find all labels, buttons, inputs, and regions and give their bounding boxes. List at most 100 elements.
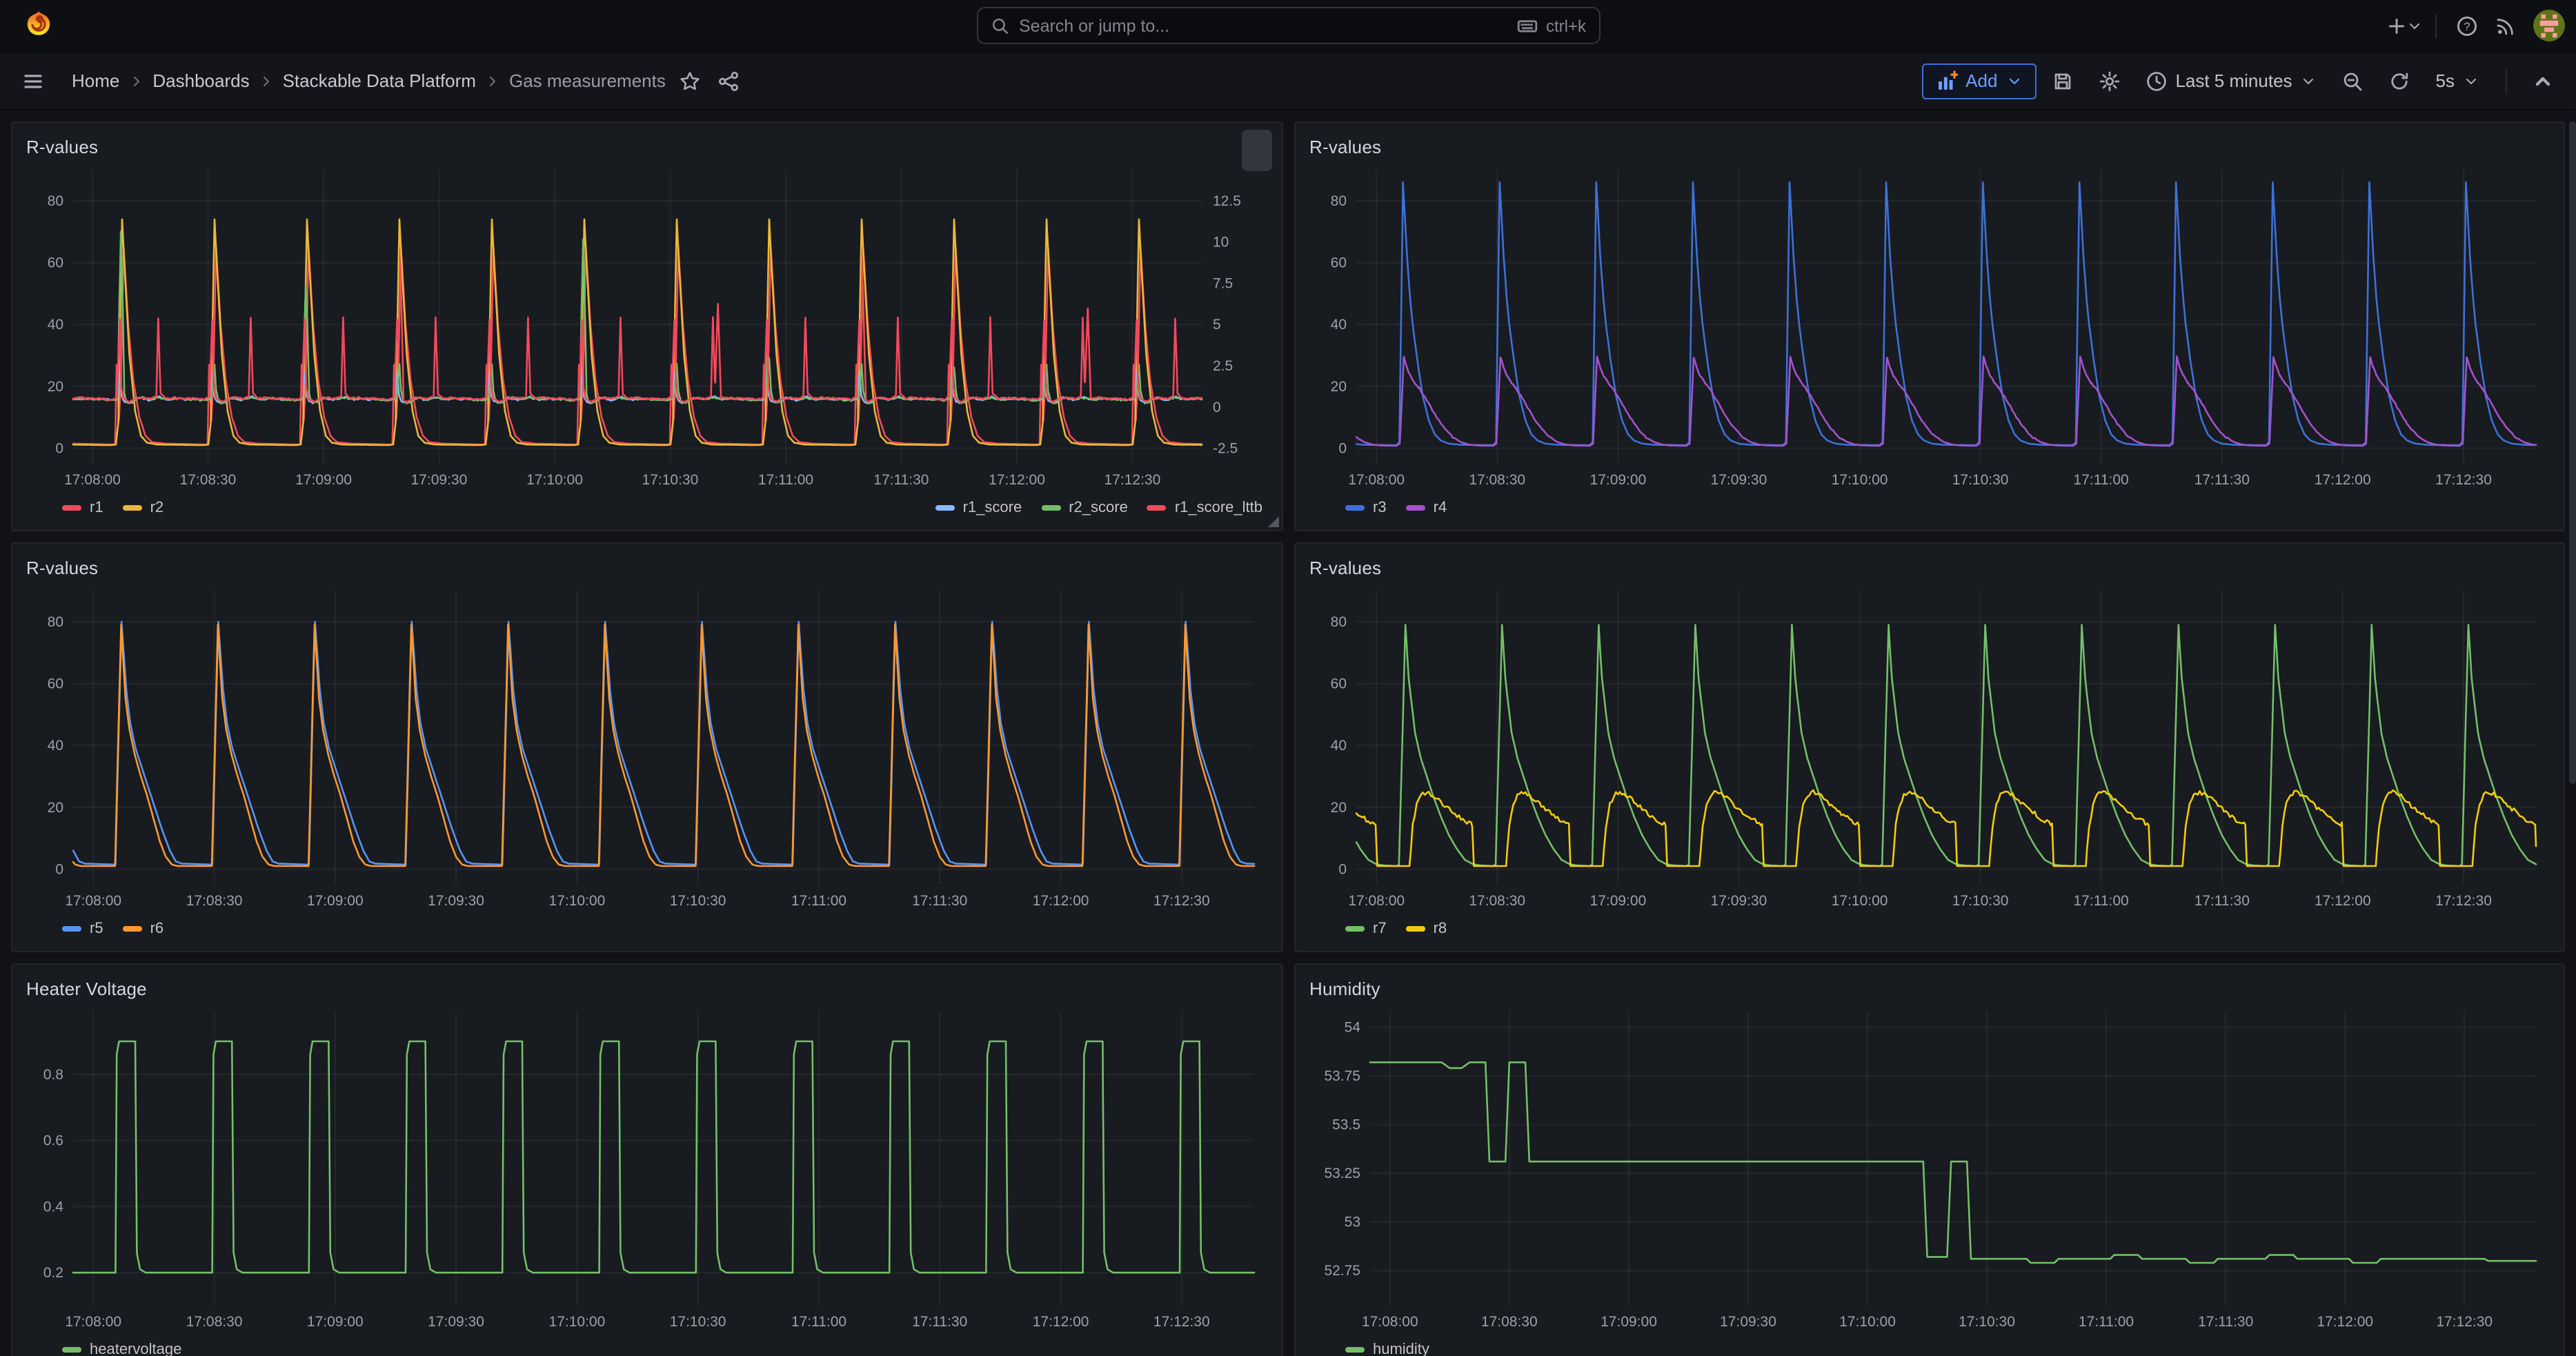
breadcrumb-item-home[interactable]: Home	[66, 70, 125, 91]
svg-text:17:11:00: 17:11:00	[2074, 472, 2129, 488]
breadcrumb-item-folder[interactable]: Stackable Data Platform	[277, 70, 482, 91]
svg-text:40: 40	[1331, 738, 1347, 754]
legend-item-r2_score[interactable]: r2_score	[1041, 500, 1128, 516]
svg-text:17:12:00: 17:12:00	[2317, 1314, 2373, 1330]
legend-item-r3[interactable]: r3	[1345, 500, 1387, 516]
svg-text:17:08:00: 17:08:00	[65, 1314, 121, 1330]
panel-plot[interactable]: 020406080-2.502.557.51012.517:08:0017:08…	[26, 161, 1268, 491]
zoom-out-button[interactable]	[2332, 61, 2374, 100]
legend-item-r7[interactable]: r7	[1345, 921, 1387, 937]
time-range-picker[interactable]: Last 5 minutes	[2135, 61, 2326, 100]
svg-text:17:09:30: 17:09:30	[411, 472, 468, 488]
legend-item-r2[interactable]: r2	[123, 500, 164, 516]
svg-text:40: 40	[48, 317, 63, 333]
legend-item-humidity[interactable]: humidity	[1345, 1342, 1429, 1356]
svg-text:80: 80	[1331, 614, 1347, 630]
legend-item-r1_score[interactable]: r1_score	[935, 500, 1022, 516]
chart-svg: 02040608017:08:0017:08:3017:09:0017:09:3…	[1309, 161, 2550, 491]
panel-plot[interactable]: 02040608017:08:0017:08:3017:09:0017:09:3…	[1309, 582, 2550, 912]
svg-text:0: 0	[55, 862, 63, 878]
help-button[interactable]: ?	[2448, 6, 2486, 45]
chart-svg: 52.755353.2553.553.755417:08:0017:08:301…	[1309, 1003, 2550, 1333]
chart-svg: 02040608017:08:0017:08:3017:09:0017:09:3…	[26, 582, 1268, 912]
legend-item-r5[interactable]: r5	[62, 921, 103, 937]
chart-svg: 020406080-2.502.557.51012.517:08:0017:08…	[26, 161, 1268, 491]
svg-text:0.4: 0.4	[43, 1199, 64, 1215]
search-icon	[990, 16, 1009, 35]
hamburger-menu-icon	[22, 70, 44, 92]
legend-item-heatervoltage[interactable]: heatervoltage	[62, 1342, 181, 1356]
mega-menu-toggle[interactable]	[14, 61, 52, 100]
legend-item-r8[interactable]: r8	[1406, 921, 1447, 937]
panel-header: R-values	[1309, 552, 2550, 582]
legend-item-r1_score_lttb[interactable]: r1_score_lttb	[1147, 500, 1262, 516]
grafana-logo-icon[interactable]	[22, 9, 55, 42]
search-input[interactable]: Search or jump to... ctrl+k	[976, 7, 1600, 44]
svg-text:17:12:00: 17:12:00	[1033, 893, 1089, 909]
svg-text:53.5: 53.5	[1332, 1117, 1360, 1133]
chevron-right-icon	[484, 72, 501, 89]
page-scrollbar[interactable]	[2569, 110, 2576, 1356]
panel-plot[interactable]: 52.755353.2553.553.755417:08:0017:08:301…	[1309, 1003, 2550, 1333]
legend-label: r1	[90, 500, 103, 516]
refresh-button[interactable]	[2379, 61, 2421, 100]
legend-item-r4[interactable]: r4	[1406, 500, 1447, 516]
svg-text:17:08:00: 17:08:00	[64, 472, 121, 488]
svg-text:17:12:30: 17:12:30	[2436, 1314, 2493, 1330]
news-button[interactable]	[2486, 6, 2525, 45]
panel-legend: heatervoltage	[26, 1336, 1268, 1356]
svg-text:10: 10	[1213, 235, 1229, 250]
legend-item-r6[interactable]: r6	[123, 921, 164, 937]
breadcrumb-item-dashboards[interactable]: Dashboards	[147, 70, 255, 91]
refresh-icon	[2389, 70, 2411, 92]
svg-text:80: 80	[48, 193, 63, 209]
svg-text:17:08:00: 17:08:00	[1362, 1314, 1418, 1330]
save-dashboard-button[interactable]	[2041, 61, 2083, 100]
legend-color-chip	[123, 926, 142, 932]
refresh-interval-picker[interactable]: 5s	[2426, 61, 2489, 100]
panel-plot[interactable]: 0.20.40.60.817:08:0017:08:3017:09:0017:0…	[26, 1003, 1268, 1333]
share-dashboard-button[interactable]	[710, 61, 749, 100]
svg-text:17:10:00: 17:10:00	[549, 893, 606, 909]
user-avatar[interactable]	[2533, 10, 2565, 41]
panel-title[interactable]: Humidity	[1309, 978, 1380, 999]
svg-text:17:09:30: 17:09:30	[428, 893, 484, 909]
svg-text:17:08:00: 17:08:00	[1348, 893, 1405, 909]
favorite-dashboard-button[interactable]	[671, 61, 710, 100]
legend-label: r5	[90, 921, 103, 937]
panel-plot[interactable]: 02040608017:08:0017:08:3017:09:0017:09:3…	[26, 582, 1268, 912]
svg-text:0: 0	[1213, 400, 1221, 415]
legend-label: heatervoltage	[90, 1342, 181, 1356]
panel-title[interactable]: R-values	[1309, 136, 1381, 157]
dashboard-settings-button[interactable]	[2088, 61, 2130, 100]
panel-title[interactable]: Heater Voltage	[26, 978, 147, 999]
new-menu-button[interactable]	[2386, 6, 2424, 45]
svg-text:17:08:30: 17:08:30	[186, 1314, 243, 1330]
panel-r-values-3: R-values 02040608017:08:0017:08:3017:09:…	[11, 542, 1283, 952]
svg-text:17:12:30: 17:12:30	[2435, 472, 2492, 488]
panel-title[interactable]: R-values	[1309, 557, 1381, 578]
svg-text:17:08:30: 17:08:30	[180, 472, 237, 488]
panel-resize-handle[interactable]	[1268, 516, 1279, 527]
svg-text:17:12:30: 17:12:30	[2435, 893, 2492, 909]
search-shortcut-label: ctrl+k	[1546, 16, 1586, 35]
chart-svg: 02040608017:08:0017:08:3017:09:0017:09:3…	[1309, 582, 2550, 912]
collapse-toolbar-button[interactable]	[2524, 61, 2562, 100]
save-icon	[2051, 70, 2073, 92]
svg-text:20: 20	[1331, 800, 1347, 816]
svg-text:17:08:30: 17:08:30	[1481, 1314, 1538, 1330]
panel-title[interactable]: R-values	[26, 557, 98, 578]
panel-header: R-values	[26, 131, 1268, 161]
add-panel-button[interactable]: Add	[1921, 63, 2036, 99]
legend-color-chip	[62, 1347, 81, 1353]
panel-menu-button[interactable]	[1242, 130, 1272, 171]
scrollbar-thumb[interactable]	[2569, 121, 2576, 784]
panel-plot[interactable]: 02040608017:08:0017:08:3017:09:0017:09:3…	[1309, 161, 2550, 491]
legend-label: r4	[1434, 500, 1447, 516]
panel-title[interactable]: R-values	[26, 136, 98, 157]
breadcrumb-item-current: Gas measurements	[504, 70, 671, 91]
legend-label: r1_score	[963, 500, 1022, 516]
svg-text:17:09:00: 17:09:00	[295, 472, 352, 488]
refresh-interval-label: 5s	[2436, 70, 2455, 91]
legend-item-r1[interactable]: r1	[62, 500, 103, 516]
